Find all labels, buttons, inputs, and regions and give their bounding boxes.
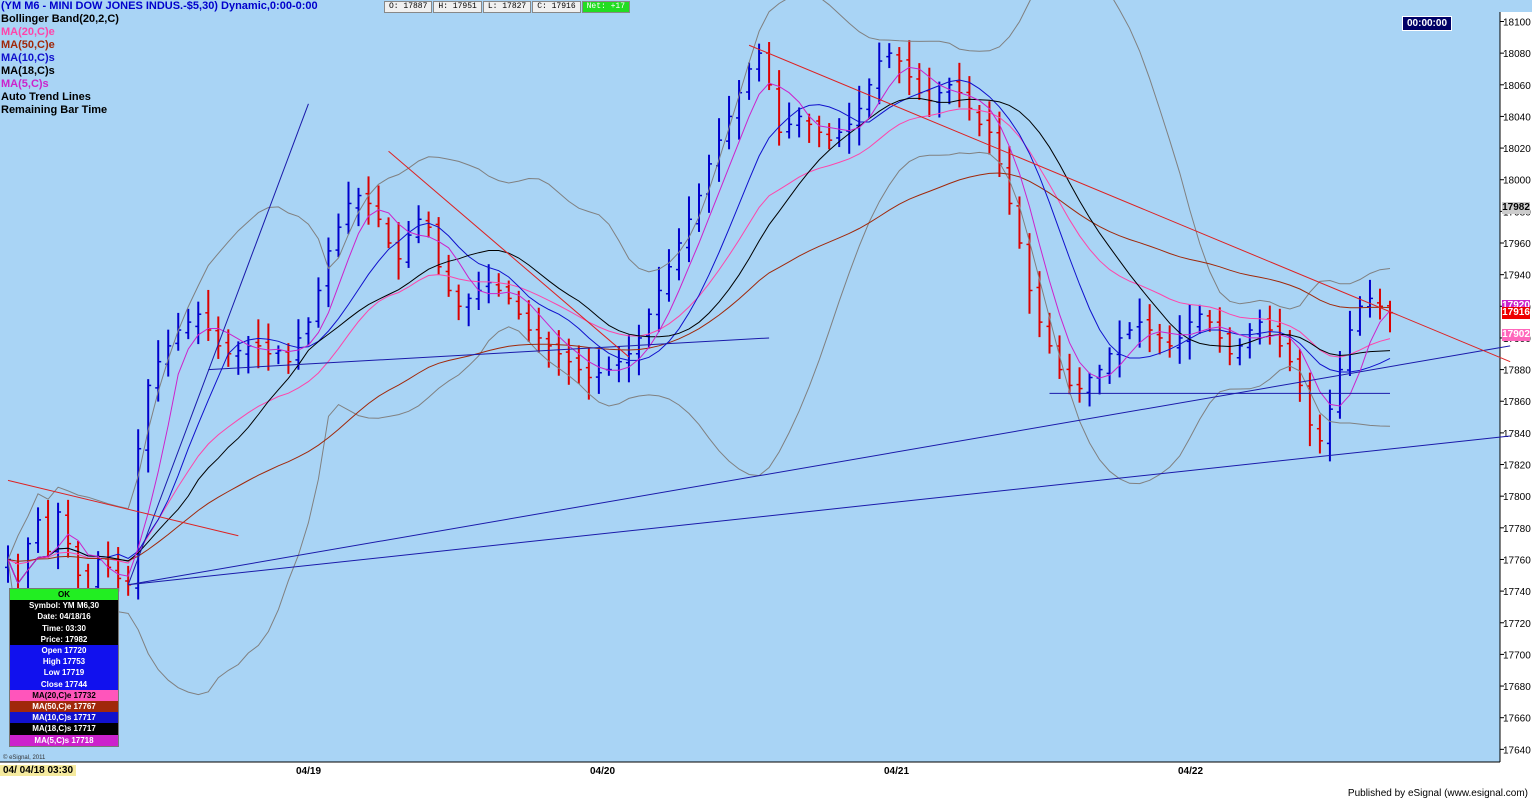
x-axis-first-label: 04/ 04/18 03:30 [0, 765, 77, 776]
y-tick-label: 17680 [1503, 682, 1531, 693]
info-time: Time: 03:30 [10, 622, 118, 634]
open-value: O: 17887 [384, 1, 433, 13]
y-tick-label: 17740 [1503, 587, 1531, 598]
net-change: Net: +17 [581, 1, 631, 13]
info-ma20: MA(20,C)e 17732 [10, 689, 118, 702]
y-tick-label: 17720 [1503, 619, 1531, 630]
price-tag: 17902 [1502, 328, 1530, 341]
y-tick-label: 17880 [1503, 366, 1531, 377]
price-chart[interactable]: 1810018080180601804018020180001798017960… [0, 0, 1532, 802]
info-date: Date: 04/18/16 [10, 611, 118, 623]
y-tick-label: 17960 [1503, 239, 1531, 250]
y-tick-label: 17660 [1503, 714, 1531, 725]
y-tick-label: 17700 [1503, 650, 1531, 661]
info-ma18: MA(18,C)s 17717 [10, 723, 118, 735]
high-value: H: 17951 [433, 1, 482, 13]
y-tick-label: 17840 [1503, 429, 1531, 440]
info-open: Open 17720 [10, 645, 118, 657]
info-ma10: MA(10,C)s 17717 [10, 712, 118, 724]
y-tick-label: 17940 [1503, 271, 1531, 282]
y-tick-label: 17820 [1503, 461, 1531, 472]
price-tag: 17982 [1502, 202, 1530, 215]
legend-item[interactable]: Remaining Bar Time [1, 104, 318, 117]
x-axis-date-label: 04/20 [590, 766, 616, 777]
low-value: L: 17827 [482, 1, 532, 13]
ohlc-readout: O: 17887 H: 17951 L: 17827 C: 17916 Net:… [384, 1, 631, 13]
y-tick-label: 18060 [1503, 81, 1531, 92]
y-tick-label: 18000 [1503, 176, 1531, 187]
legend-item[interactable]: MA(18,C)s [1, 65, 318, 78]
copyright-text: © eSignal, 2011 [3, 755, 46, 761]
y-tick-label: 17760 [1503, 555, 1531, 566]
y-tick-label: 17860 [1503, 397, 1531, 408]
legend-item[interactable]: MA(10,C)s [1, 52, 318, 65]
info-ma5: MA(5,C)s 17718 [10, 734, 118, 746]
y-tick-label: 18020 [1503, 144, 1531, 155]
cursor-info-box: OK Symbol: YM M6,30 Date: 04/18/16 Time:… [9, 588, 119, 747]
legend-item[interactable]: Bollinger Band(20,2,C) [1, 13, 318, 26]
legend-item[interactable]: MA(20,C)e [1, 26, 318, 39]
price-tag: 17916 [1502, 306, 1530, 319]
y-tick-label: 18040 [1503, 112, 1531, 123]
close-value: C: 17916 [532, 1, 581, 13]
legend-item[interactable]: Auto Trend Lines [1, 91, 318, 104]
x-axis-date-label: 04/19 [296, 766, 322, 777]
legend-item[interactable]: MA(50,C)e [1, 39, 318, 52]
chart-root: 1810018080180601804018020180001798017960… [0, 0, 1532, 802]
y-tick-label: 17640 [1503, 745, 1531, 756]
x-axis-date-label: 04/22 [1178, 766, 1204, 777]
info-close: Close 17744 [10, 678, 118, 690]
y-tick-label: 18080 [1503, 49, 1531, 60]
chart-title: (YM M6 - MINI DOW JONES INDUS.-$5,30) Dy… [1, 0, 318, 12]
published-by-text: Published by eSignal (www.esignal.com) [1347, 788, 1528, 799]
info-price: Price: 17982 [10, 633, 118, 646]
remaining-bar-timer: 00:00:00 [1402, 16, 1452, 31]
y-tick-label: 17780 [1503, 524, 1531, 535]
footer-bar: Published by eSignal (www.esignal.com) [0, 787, 1532, 802]
legend-item[interactable]: MA(5,C)s [1, 78, 318, 91]
info-ok[interactable]: OK [10, 589, 118, 601]
info-symbol: Symbol: YM M6,30 [10, 600, 118, 612]
x-axis-date-label: 04/21 [884, 766, 910, 777]
info-ma50: MA(50,C)e 17767 [10, 701, 118, 713]
y-tick-label: 18100 [1503, 17, 1531, 28]
y-tick-label: 17800 [1503, 492, 1531, 503]
indicator-legend: (YM M6 - MINI DOW JONES INDUS.-$5,30) Dy… [1, 0, 318, 117]
info-high: High 17753 [10, 656, 118, 668]
info-low: Low 17719 [10, 667, 118, 679]
